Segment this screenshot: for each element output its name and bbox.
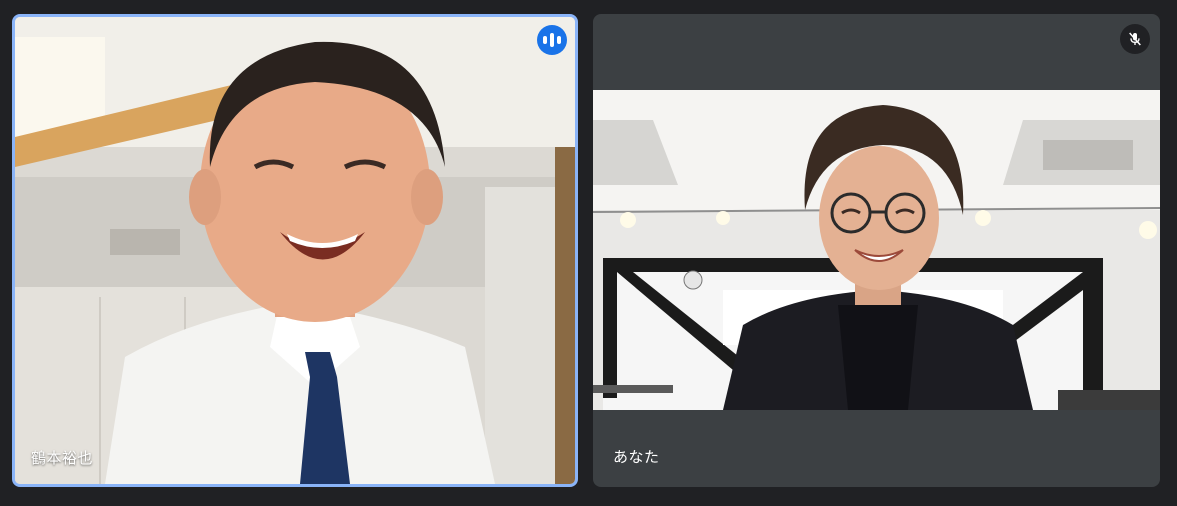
participant-name: 鶴本裕也	[31, 450, 94, 467]
participant-name: あなた	[613, 449, 660, 466]
participant-tile-speaker[interactable]: 鶴本裕也	[12, 14, 578, 487]
mic-off-icon	[1120, 24, 1150, 54]
participant-tile-self[interactable]: あなた	[593, 14, 1160, 487]
audio-bars-icon	[537, 25, 567, 55]
meeting-grid: 鶴本裕也 あなた	[0, 0, 1177, 506]
participant-video-feed	[593, 90, 1160, 410]
participant-video-feed	[15, 17, 575, 484]
